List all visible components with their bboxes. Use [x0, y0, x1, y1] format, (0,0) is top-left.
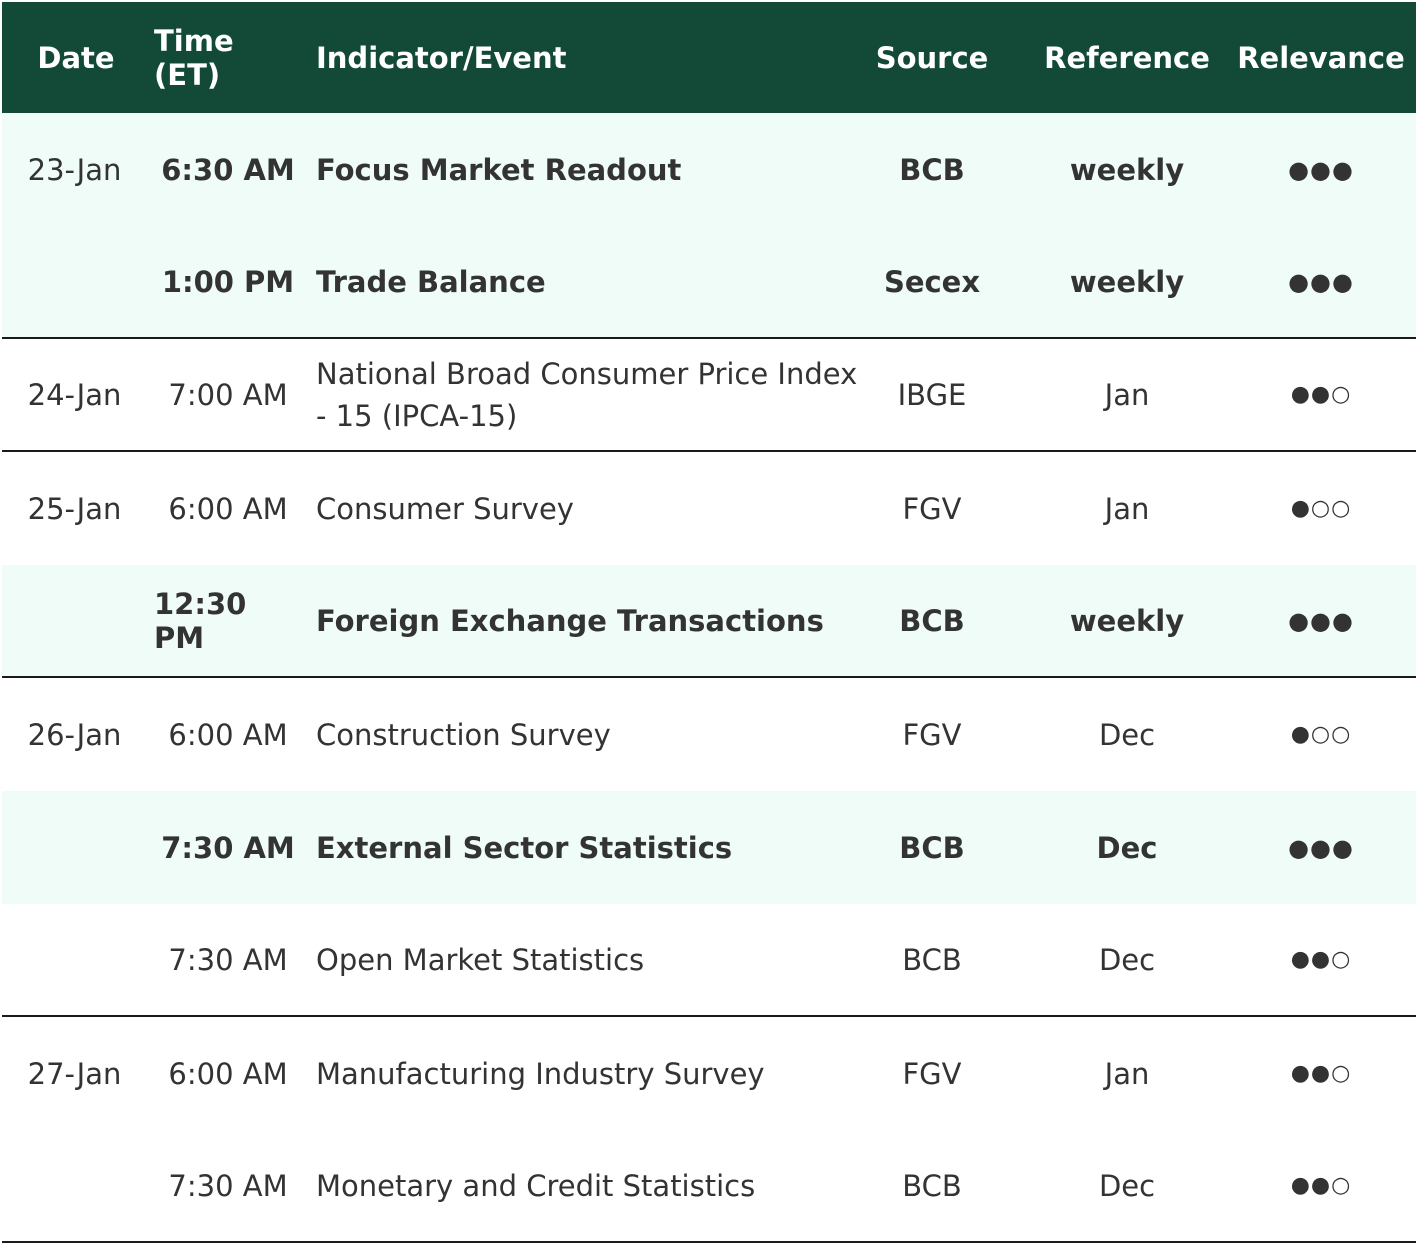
row-relevance: ●●●	[1237, 113, 1405, 226]
row-indicator: Monetary and Credit Statistics	[316, 1130, 876, 1241]
row-indicator: Construction Survey	[316, 678, 876, 791]
row-reference: Dec	[1096, 830, 1158, 865]
table-row: 12:30 PM Foreign Exchange Transactions B…	[2, 565, 1416, 678]
table-row: 23-Jan 6:30 AM Focus Market Readout BCB …	[2, 113, 1416, 226]
table-row: 27-Jan 6:00 AM Manufacturing Industry Su…	[2, 1017, 1416, 1130]
row-time: 7:30 AM	[168, 942, 288, 977]
row-reference: Dec	[1098, 942, 1156, 977]
row-reference: Jan	[1104, 1056, 1150, 1091]
row-relevance: ●●●	[1237, 791, 1405, 904]
row-relevance: ●○○	[1237, 452, 1405, 565]
table-row: 1:00 PM Trade Balance Secex weekly ●●●	[2, 226, 1416, 339]
row-date: 23-Jan	[27, 152, 122, 187]
relevance-dots-icon: ●●●	[1288, 155, 1354, 184]
table-row: 7:30 AM Monetary and Credit Statistics B…	[2, 1130, 1416, 1243]
row-time: 7:30 AM	[161, 830, 295, 865]
row-source: BCB	[902, 1168, 962, 1203]
row-date	[2, 565, 147, 676]
row-source: BCB	[899, 830, 965, 865]
row-relevance: ●●●	[1237, 565, 1405, 676]
row-source: BCB	[899, 152, 965, 187]
row-date: 24-Jan	[27, 377, 122, 412]
row-indicator: Focus Market Readout	[316, 113, 876, 226]
row-relevance: ●●○	[1237, 1130, 1405, 1241]
row-indicator-text: Construction Survey	[316, 717, 611, 752]
row-reference: Jan	[1104, 491, 1150, 526]
header-reference: Reference	[1044, 40, 1210, 75]
row-indicator-text: Foreign Exchange Transactions	[316, 603, 824, 638]
row-source: Secex	[883, 264, 981, 299]
row-indicator-text: Open Market Statistics	[316, 942, 645, 977]
row-indicator-text: National Broad Consumer Price Index - 15…	[316, 356, 858, 433]
table-row: 25-Jan 6:00 AM Consumer Survey FGV Jan ●…	[2, 452, 1416, 565]
relevance-dots-icon: ●●○	[1290, 382, 1352, 407]
relevance-dots-icon: ●○○	[1290, 722, 1352, 747]
row-indicator-text: External Sector Statistics	[316, 830, 733, 865]
economic-calendar-table: Date Time (ET) Indicator/Event Source Re…	[2, 2, 1416, 1243]
row-time: 7:00 AM	[168, 377, 288, 412]
row-time: 6:30 AM	[161, 152, 295, 187]
row-indicator: External Sector Statistics	[316, 791, 876, 904]
row-relevance: ●○○	[1237, 678, 1405, 791]
relevance-dots-icon: ●●○	[1290, 1173, 1352, 1198]
table-header: Date Time (ET) Indicator/Event Source Re…	[2, 2, 1416, 113]
header-date: Date	[37, 40, 115, 75]
row-source: FGV	[902, 1056, 962, 1091]
row-date: 25-Jan	[27, 491, 122, 526]
row-date	[2, 791, 147, 904]
row-relevance: ●●○	[1237, 339, 1405, 450]
row-time: 12:30 PM	[154, 586, 247, 655]
row-indicator-text: Manufacturing Industry Survey	[316, 1056, 765, 1091]
row-time: 7:30 AM	[168, 1168, 288, 1203]
row-indicator: Consumer Survey	[316, 452, 876, 565]
row-indicator-text: Monetary and Credit Statistics	[316, 1168, 756, 1203]
table-row: 24-Jan 7:00 AM National Broad Consumer P…	[2, 339, 1416, 452]
row-indicator: National Broad Consumer Price Index - 15…	[316, 339, 876, 450]
row-source: BCB	[902, 942, 962, 977]
row-indicator-text: Consumer Survey	[316, 491, 574, 526]
row-reference: Jan	[1104, 377, 1150, 412]
row-date	[2, 904, 147, 1015]
row-indicator-text: Focus Market Readout	[316, 152, 682, 187]
row-time: 6:00 AM	[168, 717, 288, 752]
row-source: BCB	[899, 603, 965, 638]
row-indicator-text: Trade Balance	[316, 264, 546, 299]
row-source: FGV	[902, 717, 962, 752]
header-indicator: Indicator/Event	[316, 40, 567, 75]
row-source: IBGE	[897, 377, 967, 412]
row-relevance: ●●○	[1237, 904, 1405, 1015]
relevance-dots-icon: ●●●	[1288, 606, 1354, 635]
row-indicator: Manufacturing Industry Survey	[316, 1017, 876, 1130]
table-row: 7:30 AM Open Market Statistics BCB Dec ●…	[2, 904, 1416, 1017]
row-relevance: ●●○	[1237, 1017, 1405, 1130]
row-source: FGV	[902, 491, 962, 526]
row-reference: weekly	[1069, 603, 1185, 638]
row-time: 1:00 PM	[161, 264, 295, 299]
header-relevance: Relevance	[1237, 40, 1405, 75]
relevance-dots-icon: ●●○	[1290, 1061, 1352, 1086]
table-row: 7:30 AM External Sector Statistics BCB D…	[2, 791, 1416, 904]
relevance-dots-icon: ●●●	[1288, 267, 1354, 296]
row-reference: Dec	[1098, 1168, 1156, 1203]
row-indicator: Foreign Exchange Transactions	[316, 565, 876, 676]
row-date: 26-Jan	[27, 717, 122, 752]
relevance-dots-icon: ●●●	[1288, 833, 1354, 862]
header-time: Time (ET)	[154, 23, 234, 92]
table-row: 26-Jan 6:00 AM Construction Survey FGV D…	[2, 678, 1416, 791]
relevance-dots-icon: ●●○	[1290, 947, 1352, 972]
row-date	[2, 226, 147, 337]
relevance-dots-icon: ●○○	[1290, 496, 1352, 521]
row-indicator: Open Market Statistics	[316, 904, 876, 1015]
row-reference: weekly	[1069, 264, 1185, 299]
row-date	[2, 1130, 147, 1241]
row-indicator: Trade Balance	[316, 226, 876, 337]
row-time: 6:00 AM	[168, 1056, 288, 1091]
row-time: 6:00 AM	[168, 491, 288, 526]
header-source: Source	[875, 40, 989, 75]
row-relevance: ●●●	[1237, 226, 1405, 337]
row-reference: Dec	[1098, 717, 1156, 752]
row-reference: weekly	[1069, 152, 1185, 187]
row-date: 27-Jan	[27, 1056, 122, 1091]
